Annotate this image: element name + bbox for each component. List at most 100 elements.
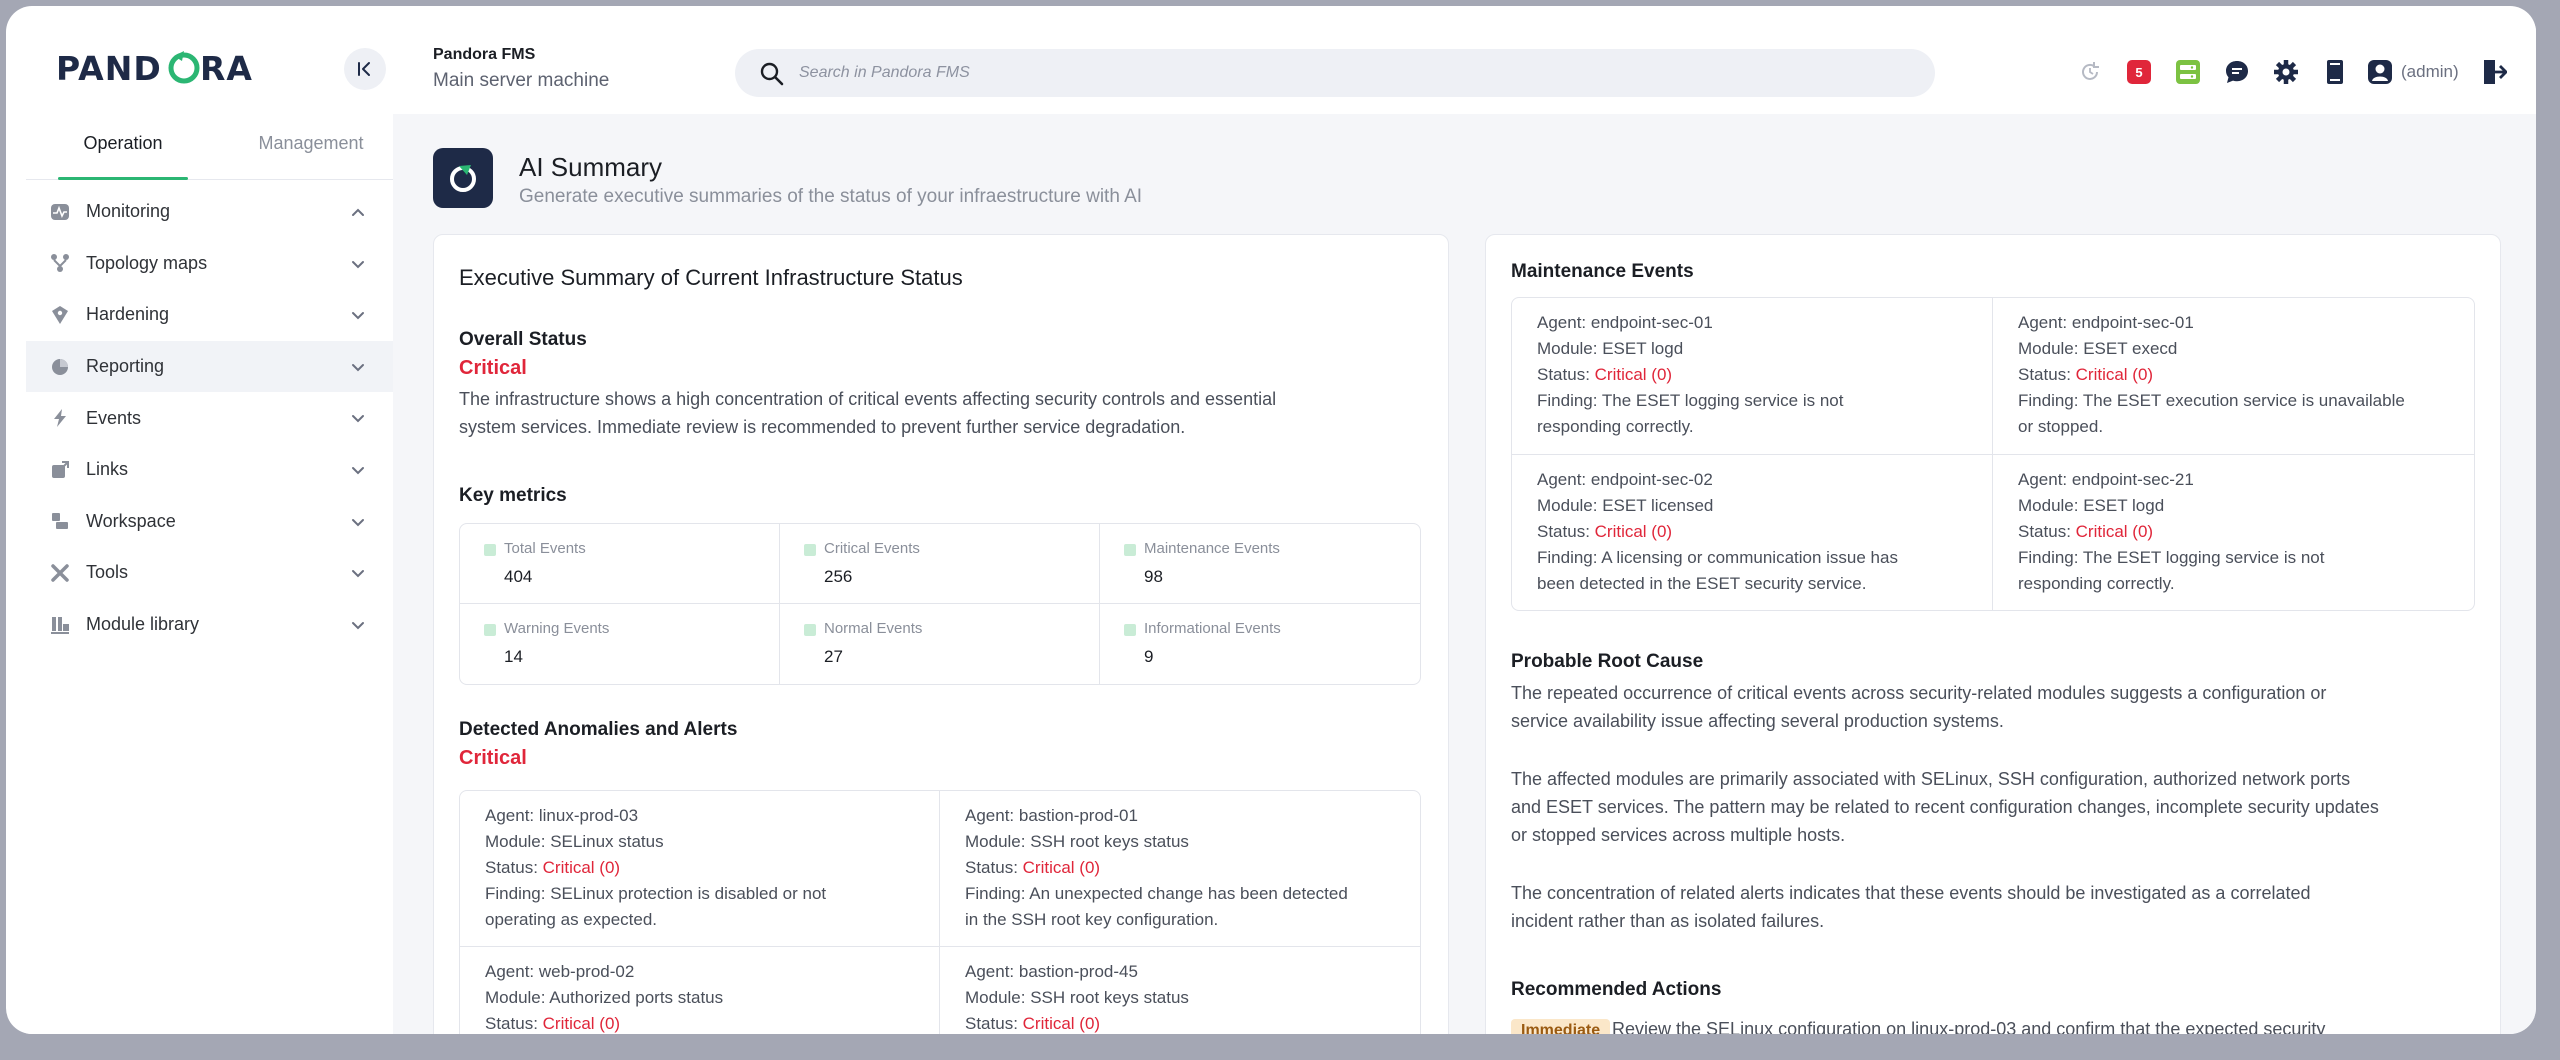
collapse-icon: [358, 62, 370, 76]
refresh-button[interactable]: [2073, 55, 2107, 89]
maintenance-agent: Agent: endpoint-sec-21: [2018, 470, 2194, 489]
user-label: (admin): [2401, 62, 2459, 81]
anomaly-finding-cont: in the SSH root key configuration.: [965, 910, 1219, 929]
maintenance-status: Status: Critical (0): [1537, 522, 1673, 541]
root-cause-text: or stopped services across multiple host…: [1511, 825, 1846, 845]
metric-label: Total Events: [504, 540, 586, 557]
ai-summary-logo: [433, 148, 493, 208]
tab-operation[interactable]: Operation: [58, 116, 188, 180]
metric-informational-events: Informational Events 9: [1100, 604, 1420, 684]
messages-button[interactable]: [2220, 55, 2254, 89]
maintenance-finding-cont: responding correctly.: [1537, 417, 1694, 436]
user-avatar-icon: [2368, 60, 2392, 84]
sidebar-item-events[interactable]: Events: [26, 392, 393, 444]
sidebar-item-hardening[interactable]: Hardening: [26, 289, 393, 341]
chevron-down-icon: [352, 570, 364, 578]
root-cause-text: The affected modules are primarily assoc…: [1511, 769, 2351, 789]
maintenance-finding-cont: responding correctly.: [2018, 574, 2175, 593]
server-icon: [2176, 60, 2200, 84]
anomaly-item: Agent: linux-prod-03 Module: SELinux sta…: [460, 791, 940, 947]
overall-status-text-2: system services. Immediate review is rec…: [459, 417, 1186, 437]
anomaly-module: Module: Authorized ports status: [485, 988, 724, 1007]
chat-icon: [2226, 61, 2248, 83]
root-cause-text: and ESET services. The pattern may be re…: [1511, 797, 2379, 817]
maintenance-module: Module: ESET licensed: [1537, 496, 1714, 515]
tools-icon: [48, 561, 72, 585]
settings-button[interactable]: [2269, 55, 2303, 89]
maintenance-status: Status: Critical (0): [2018, 365, 2154, 384]
sidebar-item-workspace[interactable]: Workspace: [26, 496, 393, 548]
search-bar[interactable]: [735, 49, 1935, 97]
sidebar-item-reporting[interactable]: Reporting: [26, 340, 393, 393]
maintenance-item: Agent: endpoint-sec-21 Module: ESET logd…: [1993, 455, 2474, 610]
servers-button[interactable]: [2171, 55, 2205, 89]
anomaly-status: Status: Critical (0): [485, 858, 621, 877]
metric-label: Critical Events: [824, 540, 920, 557]
chevron-up-icon: [352, 208, 364, 216]
overall-status-value: Critical: [459, 357, 527, 379]
sidebar-item-tools[interactable]: Tools: [26, 547, 393, 599]
sidebar-nav: Monitoring Topology maps Hardening Repor…: [26, 186, 393, 650]
maintenance-agent: Agent: endpoint-sec-01: [2018, 313, 2194, 332]
maintenance-item: Agent: endpoint-sec-02 Module: ESET lice…: [1512, 455, 1993, 610]
maintenance-finding: Finding: A licensing or communication is…: [1537, 548, 1898, 567]
action-text: Review the SELinux configuration on linu…: [1612, 1019, 2326, 1034]
metric-label: Maintenance Events: [1144, 540, 1280, 557]
sidebar-item-label: Module library: [86, 614, 200, 635]
anomalies-grid: Agent: linux-prod-03 Module: SELinux sta…: [459, 790, 1421, 1034]
maintenance-status: Status: Critical (0): [2018, 522, 2154, 541]
anomaly-finding: Finding: An unexpected change has been d…: [965, 884, 1348, 903]
maintenance-module: Module: ESET logd: [1537, 339, 1684, 358]
anomalies-status: Critical: [459, 747, 527, 769]
sidebar-item-module-library[interactable]: Module library: [26, 599, 393, 651]
alerts-button[interactable]: 5: [2122, 55, 2156, 89]
metric-label: Normal Events: [824, 620, 923, 637]
search-input[interactable]: [799, 49, 1899, 97]
chevron-down-icon: [352, 260, 364, 269]
page-subtitle: Generate executive summaries of the stat…: [519, 186, 1143, 207]
metric-normal-events: Normal Events 27: [780, 604, 1100, 684]
pandora-logo[interactable]: PAND RA: [56, 48, 271, 88]
book-icon: [2327, 60, 2343, 84]
logout-button[interactable]: [2477, 55, 2511, 89]
top-bar: Pandora FMS Main server machine 5: [393, 26, 2536, 114]
svg-text:PAND: PAND: [56, 49, 162, 88]
topology-icon: [48, 251, 72, 275]
maintenance-finding: Finding: The ESET execution service is u…: [2018, 391, 2405, 410]
chevron-down-icon: [352, 518, 364, 526]
anomaly-module: Module: SSH root keys status: [965, 988, 1189, 1007]
sidebar-item-label: Links: [86, 459, 129, 480]
sidebar-item-topology-maps[interactable]: Topology maps: [26, 238, 393, 290]
maintenance-finding-cont: or stopped.: [2018, 417, 2104, 436]
workspace-icon: [48, 509, 72, 533]
sidebar-item-label: Reporting: [86, 356, 165, 377]
metric-value: 98: [1144, 567, 1163, 586]
maintenance-item: Agent: endpoint-sec-01 Module: ESET exec…: [1993, 298, 2474, 455]
sidebar-item-links[interactable]: Links: [26, 444, 393, 496]
anomaly-module: Module: SELinux status: [485, 832, 664, 851]
maintenance-module: Module: ESET logd: [2018, 496, 2165, 515]
details-card: Maintenance Events Agent: endpoint-sec-0…: [1485, 234, 2501, 1034]
anomaly-status: Status: Critical (0): [965, 1014, 1101, 1033]
root-cause-text: The repeated occurrence of critical even…: [1511, 683, 2327, 703]
user-menu[interactable]: (admin): [2367, 59, 2459, 85]
anomaly-item: Agent: web-prod-02 Module: Authorized po…: [460, 947, 940, 1034]
metric-total-events: Total Events 404: [460, 524, 780, 604]
anomaly-agent: Agent: linux-prod-03: [485, 806, 639, 825]
collapse-sidebar-button[interactable]: [344, 48, 386, 90]
root-cause-text: The concentration of related alerts indi…: [1511, 883, 2311, 903]
metric-critical-events: Critical Events 256: [780, 524, 1100, 604]
sidebar-item-label: Topology maps: [86, 252, 208, 273]
maintenance-agent: Agent: endpoint-sec-01: [1537, 313, 1713, 332]
anomaly-agent: Agent: web-prod-02: [485, 962, 635, 981]
maintenance-module: Module: ESET execd: [2018, 339, 2178, 358]
docs-button[interactable]: [2318, 55, 2352, 89]
events-icon: [48, 406, 72, 430]
sidebar-item-monitoring[interactable]: Monitoring: [26, 186, 393, 238]
metric-value: 27: [824, 647, 843, 666]
summary-heading: Executive Summary of Current Infrastruct…: [459, 265, 963, 290]
tab-management[interactable]: Management: [236, 116, 386, 180]
main-content: AI Summary Generate executive summaries …: [393, 114, 2536, 1034]
metric-value: 404: [504, 567, 533, 586]
sidebar-item-label: Tools: [86, 562, 129, 583]
